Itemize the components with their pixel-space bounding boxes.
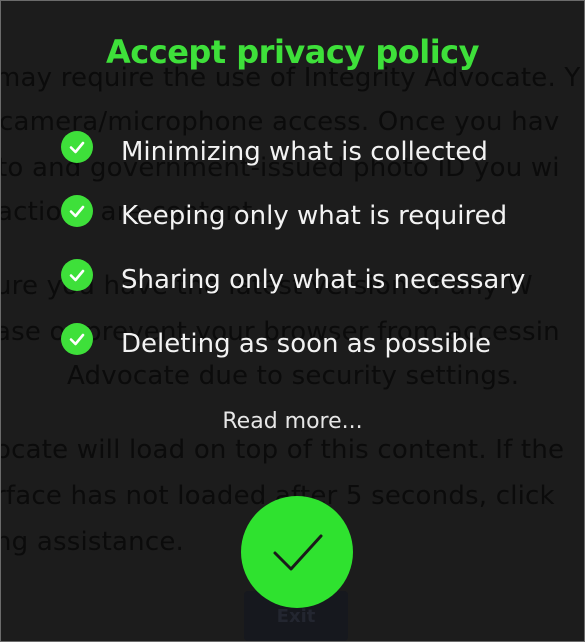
policy-item-label: Deleting as soon as possible [121, 329, 491, 359]
check-circle-icon [61, 323, 93, 355]
policy-item: Sharing only what is necessary [61, 259, 525, 295]
privacy-consent-screen: may require the use of Integrity Advocat… [0, 0, 585, 642]
checkmark-icon [273, 534, 323, 571]
check-circle-icon [61, 259, 93, 291]
check-circle-icon [61, 195, 93, 227]
policy-item: Minimizing what is collected [61, 131, 488, 167]
policy-item: Deleting as soon as possible [61, 323, 491, 359]
check-circle-icon [61, 131, 93, 163]
policy-item-label: Sharing only what is necessary [121, 265, 526, 295]
policy-item-label: Keeping only what is required [121, 201, 508, 231]
policy-item: Keeping only what is required [61, 195, 507, 231]
privacy-policy-title: Accept privacy policy [106, 33, 479, 71]
accept-button[interactable] [241, 496, 353, 608]
read-more-link[interactable]: Read more... [1, 409, 584, 434]
privacy-policy-overlay: Accept privacy policy Minimizing what is… [1, 1, 584, 641]
policy-item-label: Minimizing what is collected [121, 137, 488, 167]
